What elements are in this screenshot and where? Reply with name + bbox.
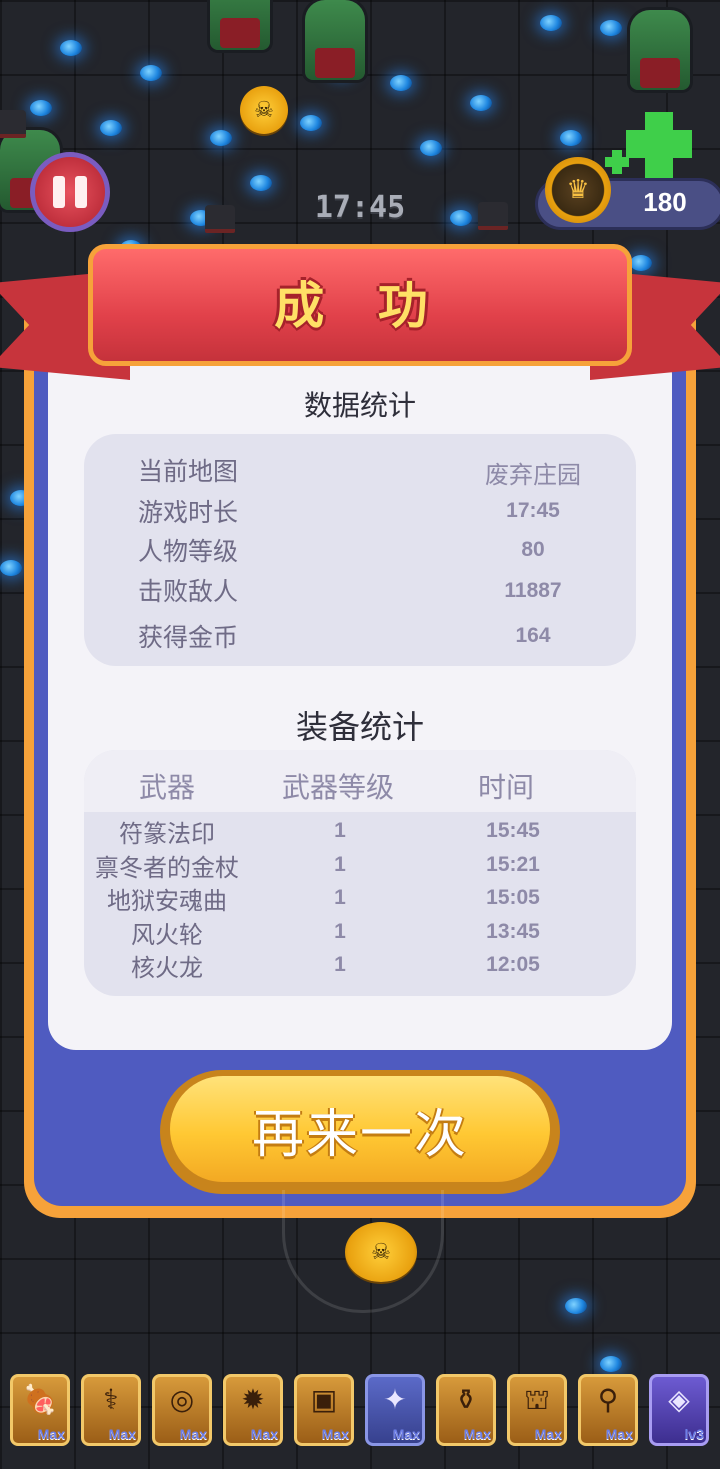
- weapon-level-tag: Max: [534, 1426, 562, 1442]
- equip-header-level: 武器等级: [281, 771, 394, 804]
- weapon-level-tag: Max: [250, 1426, 278, 1442]
- weapon-slot[interactable]: ⚕ Max: [81, 1374, 141, 1446]
- weapon-slot[interactable]: ◈ lv3: [649, 1374, 709, 1446]
- weapon-level-tag: Max: [321, 1426, 349, 1442]
- equip-time: 15:05: [486, 886, 540, 909]
- stat-label-level: 人物等级: [138, 537, 239, 566]
- weapon-level-tag: Max: [108, 1426, 136, 1442]
- weapon-level-tag: Max: [179, 1426, 207, 1442]
- weapon-level-tag: Max: [37, 1426, 65, 1442]
- bat-icon: ✦: [383, 1383, 407, 1416]
- weapon-level-tag: lv3: [684, 1426, 704, 1442]
- weapon-slot[interactable]: ⚱ Max: [436, 1374, 496, 1446]
- weapon-level-tag: Max: [463, 1426, 491, 1442]
- wand-icon: ⚲: [597, 1383, 619, 1416]
- weapon-slot[interactable]: ✹ Max: [223, 1374, 283, 1446]
- equip-level: 1: [334, 953, 346, 976]
- gear-orb-icon: ✹: [241, 1383, 265, 1416]
- weapon-bar: 🍖 Max ⚕ Max ◎ Max ✹ Max ▣ Max ✦ Max ⚱ Ma…: [10, 1374, 710, 1450]
- pause-icon: [53, 176, 65, 208]
- game-timer: 17:45: [314, 190, 406, 225]
- weapon-slot[interactable]: ✦ Max: [365, 1374, 425, 1446]
- weapon-slot[interactable]: ⚲ Max: [578, 1374, 638, 1446]
- weapon-slot[interactable]: ◎ Max: [152, 1374, 212, 1446]
- retry-button-label: 再来一次: [251, 1104, 468, 1165]
- weapon-slot[interactable]: ▣ Max: [294, 1374, 354, 1446]
- meat-icon: 🍖: [22, 1383, 58, 1416]
- result-title: 成 功: [274, 277, 446, 335]
- equip-time: 15:45: [486, 819, 540, 842]
- equip-name: 风火轮: [131, 921, 203, 949]
- equip-level: 1: [334, 853, 346, 876]
- stat-value-level: 80: [521, 538, 545, 561]
- coin-count: 180: [643, 187, 687, 217]
- stat-label-duration: 游戏时长: [138, 498, 239, 527]
- weapon-level-tag: Max: [392, 1426, 420, 1442]
- cannon-icon: ⛫: [524, 1383, 550, 1416]
- stat-value-duration: 17:45: [506, 499, 560, 522]
- equip-name: 核火龙: [131, 954, 203, 982]
- stat-label-coins: 获得金币: [138, 623, 239, 652]
- equip-section-title: 装备统计: [295, 708, 424, 746]
- equip-time: 12:05: [486, 953, 540, 976]
- equip-name: 地狱安魂曲: [107, 887, 227, 915]
- stat-label-kills: 击败敌人: [138, 577, 239, 606]
- equip-name: 禀冬者的金杖: [95, 854, 239, 882]
- weapon-level-tag: Max: [605, 1426, 633, 1442]
- equip-name: 符篆法印: [119, 820, 215, 848]
- weapon-slot[interactable]: 🍖 Max: [10, 1374, 70, 1446]
- weapon-slot[interactable]: ⛫ Max: [507, 1374, 567, 1446]
- stat-value-coins: 164: [515, 624, 551, 647]
- armor-icon: ▣: [310, 1383, 338, 1416]
- staff-icon: ⚕: [103, 1383, 119, 1416]
- equip-time: 13:45: [486, 920, 540, 943]
- pause-button[interactable]: [30, 152, 110, 232]
- stat-value-kills: 11887: [504, 579, 562, 602]
- crystal-icon: ◈: [668, 1383, 690, 1416]
- equip-header-time: 时间: [477, 771, 534, 804]
- equip-header-weapon: 武器: [138, 771, 195, 804]
- stat-label-map: 当前地图: [138, 457, 239, 486]
- crown-coin-icon: ♛: [545, 157, 611, 223]
- stat-value-map: 废弃庄园: [485, 461, 581, 489]
- equip-level: 1: [334, 920, 346, 943]
- potion-icon: ⚱: [454, 1383, 478, 1416]
- retry-button-face[interactable]: 再来一次: [170, 1076, 550, 1182]
- equip-time: 15:21: [486, 853, 540, 876]
- equip-level: 1: [334, 819, 346, 842]
- stats-section-title: 数据统计: [303, 389, 416, 422]
- ring-icon: ◎: [169, 1383, 195, 1416]
- equip-level: 1: [334, 886, 346, 909]
